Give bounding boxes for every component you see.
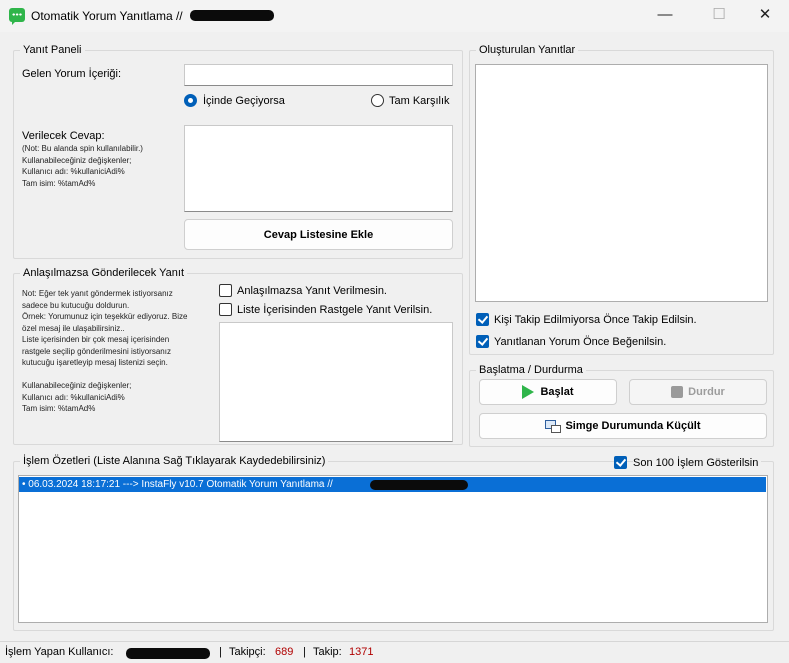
minimize-button[interactable]: — [642, 0, 688, 30]
like-first-checkbox[interactable] [476, 335, 489, 348]
random-reply-checkbox[interactable] [219, 303, 232, 316]
answer-note: (Not: Bu alanda spin kullanılabilir.) Ku… [22, 144, 143, 188]
add-to-reply-list-button[interactable]: Cevap Listesine Ekle [184, 219, 453, 250]
start-stop-title: Başlatma / Durdurma [476, 364, 586, 376]
minimize-to-tray-label: Simge Durumunda Küçült [565, 420, 701, 432]
like-first-label[interactable]: Yanıtlanan Yorum Önce Beğenilsin. [494, 336, 666, 348]
fallback-panel-title: Anlaşılmazsa Gönderilecek Yanıt [20, 267, 188, 279]
last-100-checkbox[interactable] [614, 456, 627, 469]
follow-first-checkbox[interactable] [476, 313, 489, 326]
no-reply-checkbox[interactable] [219, 284, 232, 297]
add-to-reply-list-label: Cevap Listesine Ekle [263, 228, 374, 241]
stop-button[interactable]: Durdur [629, 379, 767, 405]
maximize-button[interactable]: ☐ [696, 0, 742, 30]
answer-label: Verilecek Cevap: [22, 130, 105, 142]
title-bar[interactable]: Otomatik Yorum Yanıtlama // — ☐ ✕ [0, 0, 789, 32]
status-bar: İşlem Yapan Kullanıcı: | Takipçi: 689 | … [0, 641, 789, 663]
status-user-label: İşlem Yapan Kullanıcı: [5, 646, 114, 658]
log-title: İşlem Özetleri (Liste Alanına Sağ Tıklay… [20, 455, 329, 467]
incoming-comment-label: Gelen Yorum İçeriği: [22, 68, 122, 80]
following-label: Takip: [313, 646, 342, 658]
status-separator-1: | [219, 646, 222, 658]
created-replies-list[interactable] [475, 64, 768, 302]
follow-first-label[interactable]: Kişi Takip Edilmiyorsa Önce Takip Edilsi… [494, 314, 697, 326]
following-count: 1371 [349, 646, 374, 658]
redacted-log-account [370, 480, 468, 490]
match-contains-label[interactable]: İçinde Geçiyorsa [203, 95, 285, 107]
incoming-comment-input[interactable] [184, 64, 453, 86]
stop-label: Durdur [688, 386, 725, 398]
status-separator-2: | [303, 646, 306, 658]
redacted-username [126, 648, 210, 659]
match-exact-label[interactable]: Tam Karşılık [389, 95, 450, 107]
close-button[interactable]: ✕ [742, 0, 788, 30]
followers-count: 689 [275, 646, 294, 658]
fallback-message-textarea[interactable] [219, 322, 453, 442]
minimize-to-tray-button[interactable]: Simge Durumunda Küçült [479, 413, 767, 439]
followers-label: Takipçi: [229, 646, 266, 658]
match-exact-radio[interactable] [371, 94, 384, 107]
fallback-note: Not: Eğer tek yanıt göndermek istiyorsan… [22, 289, 188, 413]
log-list[interactable] [18, 475, 768, 623]
answer-textarea[interactable] [184, 125, 453, 212]
minimize-to-tray-icon [545, 419, 562, 433]
window-title: Otomatik Yorum Yanıtlama // [31, 9, 183, 23]
chat-bubble-icon [9, 8, 25, 25]
stop-icon [671, 386, 684, 398]
created-replies-title: Oluşturulan Yanıtlar [476, 44, 579, 56]
play-icon [522, 385, 535, 399]
start-label: Başlat [540, 386, 574, 398]
reply-panel-title: Yanıt Paneli [20, 44, 85, 56]
no-reply-label[interactable]: Anlaşılmazsa Yanıt Verilmesin. [237, 285, 387, 297]
random-reply-label[interactable]: Liste İçerisinden Rastgele Yanıt Verilsi… [237, 304, 432, 316]
last-100-label[interactable]: Son 100 İşlem Gösterilsin [633, 457, 762, 469]
redacted-account-name [190, 10, 274, 21]
match-contains-radio[interactable] [184, 94, 197, 107]
start-button[interactable]: Başlat [479, 379, 617, 405]
